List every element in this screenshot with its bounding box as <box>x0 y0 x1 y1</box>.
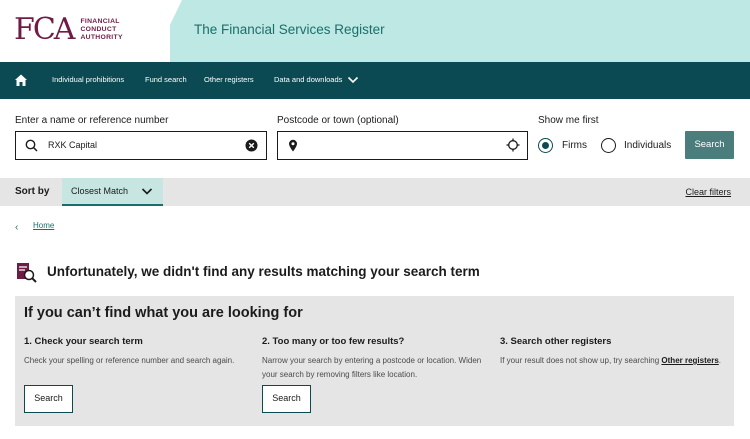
search-icon <box>25 139 38 152</box>
help-column-title: 1. Check your search term <box>24 336 143 347</box>
home-icon[interactable] <box>14 73 28 87</box>
header-title[interactable]: The Financial Services Register <box>194 22 385 37</box>
chevron-down-icon <box>141 188 153 195</box>
no-results-icon <box>17 263 37 283</box>
help-column-3: 3. Search other registers If your result… <box>500 336 728 368</box>
sort-bar: Sort by Closest Match Clear filters <box>0 178 750 206</box>
sort-by-label: Sort by <box>15 186 50 197</box>
name-search-value: RXK Capital <box>48 140 98 150</box>
help-column-title: 3. Search other registers <box>500 336 612 347</box>
help-search-button-2[interactable]: Search <box>262 385 311 413</box>
chevron-down-icon[interactable] <box>347 75 359 85</box>
logo-line-1: FINANCIAL <box>80 18 120 25</box>
main-nav: Individual prohibitions Fund search Othe… <box>0 62 750 99</box>
help-panel: If you can’t find what you are looking f… <box>15 296 734 426</box>
crosshair-icon[interactable] <box>506 138 520 152</box>
sort-select-value: Closest Match <box>71 186 129 196</box>
name-field-label: Enter a name or reference number <box>15 115 169 126</box>
nav-item-data-and-downloads[interactable]: Data and downloads <box>274 75 342 84</box>
site-header: FCA FINANCIAL CONDUCT AUTHORITY The Fina… <box>0 0 750 62</box>
nav-item-individual-prohibitions[interactable]: Individual prohibitions <box>52 75 124 84</box>
clear-filters-link[interactable]: Clear filters <box>685 187 731 197</box>
radio-individuals-label[interactable]: Individuals <box>624 140 671 151</box>
postcode-field-label: Postcode or town (optional) <box>277 115 399 126</box>
sort-select[interactable]: Closest Match <box>62 178 163 206</box>
fca-logo[interactable]: FCA FINANCIAL CONDUCT AUTHORITY <box>14 14 123 46</box>
radio-individuals[interactable] <box>601 138 616 153</box>
help-column-body: If your result does not show up, try sea… <box>500 354 728 368</box>
logo-text: FINANCIAL CONDUCT AUTHORITY <box>80 18 122 42</box>
search-button[interactable]: Search <box>685 131 734 159</box>
show-me-first-label: Show me first <box>538 115 599 126</box>
help-column-body: Narrow your search by entering a postcod… <box>262 356 482 379</box>
help-title: If you can’t find what you are looking f… <box>24 305 303 321</box>
postcode-input[interactable] <box>277 131 528 160</box>
help-column-1: 1. Check your search term Check your spe… <box>24 336 252 368</box>
breadcrumb-home[interactable]: Home <box>33 221 54 230</box>
logo-slant <box>152 0 182 62</box>
logo-line-3: AUTHORITY <box>80 34 123 41</box>
location-pin-icon <box>289 139 297 152</box>
radio-firms-label[interactable]: Firms <box>562 140 587 151</box>
no-results-message: Unfortunately, we didn't find any result… <box>47 264 480 279</box>
help-column-body-text: If your result does not show up, try sea… <box>500 356 662 365</box>
logo-mark: FCA <box>14 12 75 47</box>
help-search-button-1[interactable]: Search <box>24 385 73 413</box>
help-column-body-suffix: . <box>718 356 722 365</box>
other-registers-link[interactable]: Other registers <box>661 356 718 365</box>
name-search-input[interactable]: RXK Capital <box>15 131 267 160</box>
help-column-body: Check your spelling or reference number … <box>24 356 235 365</box>
nav-item-other-registers[interactable]: Other registers <box>204 75 254 84</box>
radio-firms[interactable] <box>538 138 553 153</box>
help-column-2: 2. Too many or too few results? Narrow y… <box>262 336 490 382</box>
clear-input-icon[interactable] <box>245 139 258 152</box>
logo-line-2: CONDUCT <box>80 26 117 33</box>
nav-item-fund-search[interactable]: Fund search <box>145 75 187 84</box>
help-column-title: 2. Too many or too few results? <box>262 336 405 347</box>
chevron-left-icon: ‹ <box>15 222 19 233</box>
